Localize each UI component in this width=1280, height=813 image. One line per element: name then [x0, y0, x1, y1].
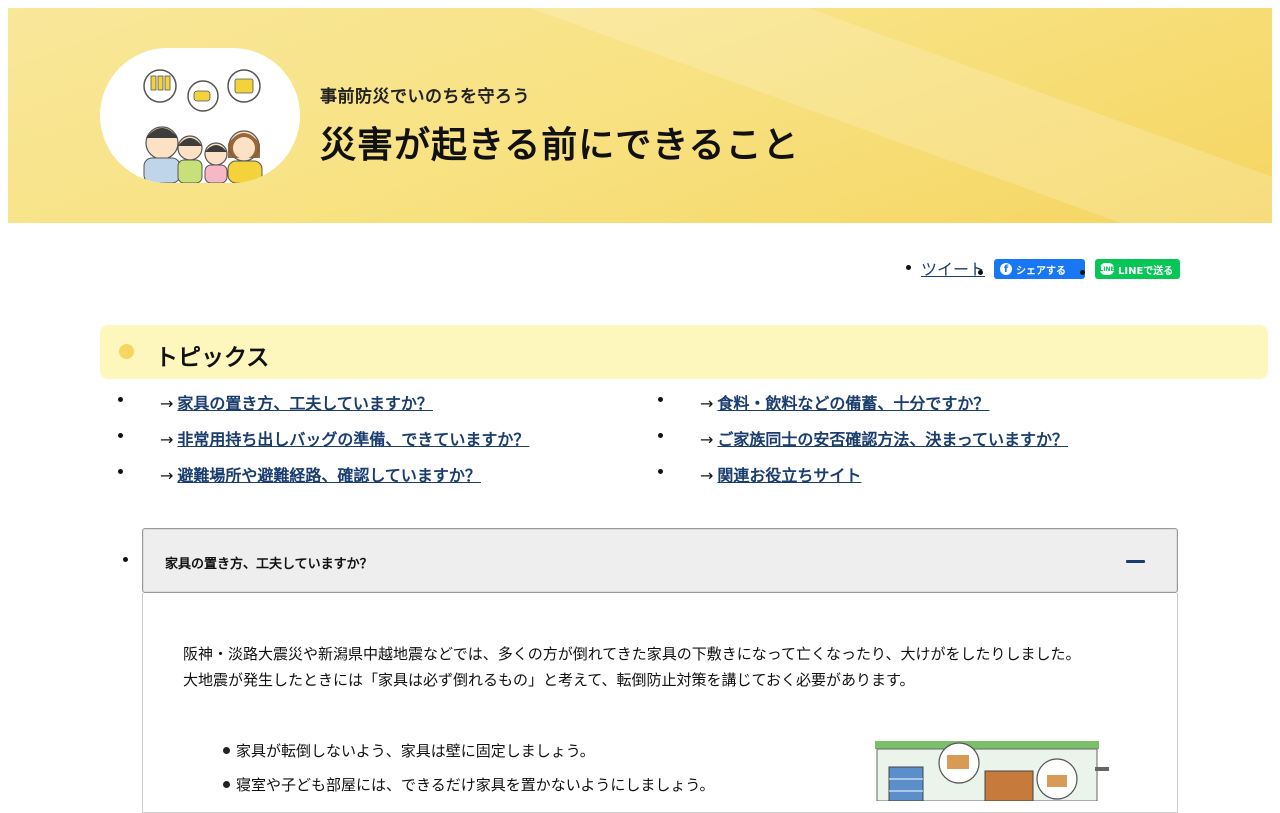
arrow-icon: → [700, 394, 714, 413]
list-bullet [658, 433, 663, 438]
hero-banner: 事前防災でいのちを守ろう 災害が起きる前にできること [8, 8, 1272, 223]
facebook-share-button[interactable]: f シェアする [994, 259, 1085, 279]
facebook-icon: f [1000, 263, 1012, 275]
room-illustration [875, 741, 1111, 802]
list-bullet [658, 397, 663, 402]
topic-item: → 家具の置き方、工夫していますか？ [118, 390, 433, 414]
list-bullet [118, 433, 123, 438]
share-bar: ツイート f シェアする LINE LINEで送る [900, 256, 1190, 280]
facebook-share-label: シェアする [1016, 265, 1066, 277]
topic-item: → 非常用持ち出しバッグの準備、できていますか？ [118, 426, 529, 450]
line-share-label: LINEで送る [1118, 265, 1174, 277]
circle-icon [119, 344, 134, 359]
list-bullet [118, 469, 123, 474]
accordion-body: 阪神・淡路大震災や新潟県中越地震などでは、多くの方が倒れてきた家具の下敷きになっ… [142, 593, 1178, 813]
tweet-link[interactable]: ツイート [921, 256, 985, 280]
line-share-button[interactable]: LINE LINEで送る [1095, 259, 1180, 279]
topics-heading: トピックス [100, 325, 1268, 379]
topic-item: → ご家族同士の安否確認方法、決まっていますか？ [658, 426, 1068, 450]
topic-link-furniture[interactable]: 家具の置き方、工夫していますか？ [177, 394, 433, 413]
arrow-icon: → [700, 466, 714, 485]
list-bullet [658, 469, 663, 474]
list-item: 寝室や子ども部屋には、できるだけ家具を置かないようにしましょう。 [223, 774, 715, 795]
arrow-icon: → [160, 430, 174, 449]
topic-link-emergency-bag[interactable]: 非常用持ち出しバッグの準備、できていますか？ [177, 430, 529, 449]
arrow-icon: → [700, 430, 714, 449]
page-title: 災害が起きる前にできること [320, 125, 800, 166]
topic-link-stockpile[interactable]: 食料・飲料などの備蓄、十分ですか？ [717, 394, 989, 413]
topics-heading-label: トピックス [155, 345, 270, 371]
collapse-icon[interactable] [1126, 560, 1145, 563]
bullet-icon [223, 781, 230, 788]
topic-item: → 避難場所や避難経路、確認していますか？ [118, 462, 481, 486]
topic-link-safety-check[interactable]: ご家族同士の安否確認方法、決まっていますか？ [717, 430, 1068, 449]
line-icon: LINE [1099, 263, 1115, 275]
topic-link-evacuation[interactable]: 避難場所や避難経路、確認していますか？ [177, 466, 481, 485]
list-bullet [1080, 270, 1085, 275]
accordion-text: 阪神・淡路大震災や新潟県中越地震などでは、多くの方が倒れてきた家具の下敷きになっ… [183, 641, 1123, 693]
list-bullet [123, 557, 128, 562]
family-illustration [100, 48, 300, 183]
list-item: 家具が転倒しないよう、家具は壁に固定しましょう。 [223, 740, 595, 761]
list-bullet [906, 265, 911, 270]
accordion-title: 家具の置き方、工夫していますか？ [165, 557, 373, 572]
list-bullet [978, 270, 983, 275]
bullet-icon [223, 747, 230, 754]
hero-subtitle: 事前防災でいのちを守ろう [320, 87, 530, 107]
topic-link-useful-sites[interactable]: 関連お役立ちサイト [717, 466, 861, 485]
arrow-icon: → [160, 394, 174, 413]
list-item-text: 寝室や子ども部屋には、できるだけ家具を置かないようにしましょう。 [236, 776, 715, 794]
list-item-text: 家具が転倒しないよう、家具は壁に固定しましょう。 [236, 742, 595, 760]
topic-item: → 食料・飲料などの備蓄、十分ですか？ [658, 390, 989, 414]
paragraph: 大地震が発生したときには「家具は必ず倒れるもの」と考えて、転倒防止対策を講じてお… [183, 671, 915, 689]
paragraph: 阪神・淡路大震災や新潟県中越地震などでは、多くの方が倒れてきた家具の下敷きになっ… [183, 645, 1081, 663]
arrow-icon: → [160, 466, 174, 485]
accordion-header[interactable]: 家具の置き方、工夫していますか？ [142, 528, 1178, 593]
list-bullet [118, 397, 123, 402]
topic-item: → 関連お役立ちサイト [658, 462, 861, 486]
